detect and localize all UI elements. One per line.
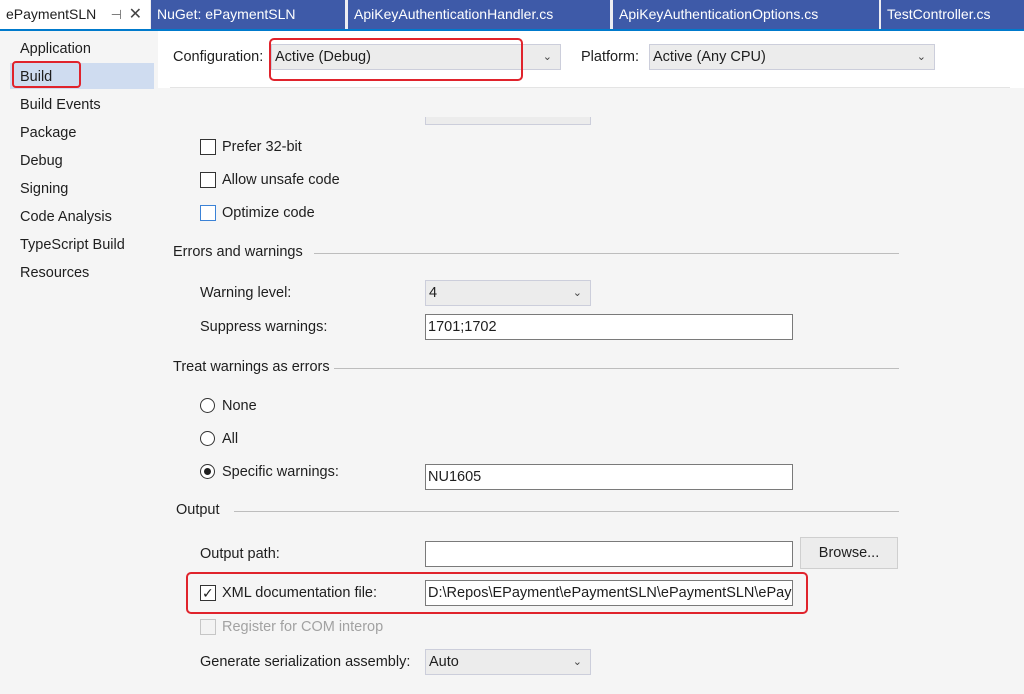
optimize-code-label: Optimize code (222, 205, 315, 221)
tab-apikey-handler[interactable]: ApiKeyAuthenticationHandler.cs (348, 0, 610, 29)
platform-dropdown[interactable]: Active (Any CPU) ⌄ (649, 44, 935, 70)
nav-item-typescript-build[interactable]: TypeScript Build (20, 233, 125, 257)
nav-item-debug[interactable]: Debug (20, 149, 63, 173)
register-com-checkbox (200, 619, 216, 635)
tab-nuget[interactable]: NuGet: ePaymentSLN (151, 0, 345, 29)
radio-specific-warnings[interactable] (200, 464, 215, 479)
nav-item-package[interactable]: Package (20, 121, 76, 145)
nav-item-build-events[interactable]: Build Events (20, 93, 101, 117)
chevron-down-icon: ⌄ (916, 51, 926, 63)
radio-none[interactable] (200, 398, 215, 413)
nav-item-code-analysis[interactable]: Code Analysis (20, 205, 112, 229)
tab-label: ApiKeyAuthenticationHandler.cs (354, 6, 554, 22)
tab-apikey-options[interactable]: ApiKeyAuthenticationOptions.cs (613, 0, 879, 29)
serialization-assembly-value: Auto (429, 654, 459, 670)
radio-all[interactable] (200, 431, 215, 446)
radio-all-label: All (222, 431, 239, 447)
radio-specific-label: Specific warnings: (222, 464, 339, 480)
suppress-warnings-label: Suppress warnings: (200, 319, 328, 335)
prefer-32bit-label: Prefer 32-bit (222, 139, 302, 155)
prefer-32bit-checkbox[interactable] (200, 139, 216, 155)
warning-level-dropdown[interactable]: 4 ⌄ (425, 280, 591, 306)
serialization-assembly-dropdown[interactable]: Auto ⌄ (425, 649, 591, 675)
tab-label: ApiKeyAuthenticationOptions.cs (619, 6, 819, 22)
chevron-down-icon: ⌄ (542, 51, 552, 63)
output-path-input[interactable] (425, 541, 793, 567)
chevron-down-icon: ⌄ (572, 287, 582, 299)
nav-item-resources[interactable]: Resources (20, 261, 89, 285)
platform-label: Platform: (581, 49, 640, 65)
configuration-label: Configuration: (173, 49, 264, 65)
specific-warnings-input[interactable]: NU1605 (425, 464, 793, 490)
browse-button[interactable]: Browse... (800, 537, 898, 569)
build-highlight-annotation (12, 61, 81, 88)
close-icon[interactable]: ✕ (129, 0, 142, 29)
build-properties-page: Configuration: Active (Debug) ⌄ Platform… (158, 31, 1024, 694)
tab-label: TestController.cs (887, 6, 991, 22)
configuration-bar: Configuration: Active (Debug) ⌄ Platform… (158, 31, 1024, 87)
output-path-label: Output path: (200, 546, 280, 562)
allow-unsafe-checkbox[interactable] (200, 172, 216, 188)
radio-none-label: None (222, 398, 257, 414)
clipped-label (200, 115, 260, 121)
section-rule (314, 253, 899, 254)
optimize-code-checkbox[interactable] (200, 205, 216, 221)
document-tab-bar: ePaymentSLN ⊣ ✕ NuGet: ePaymentSLN ApiKe… (0, 0, 1024, 31)
section-heading-output: Output (176, 502, 220, 518)
tab-epaymentsln[interactable]: ePaymentSLN ⊣ ✕ (0, 0, 150, 29)
serialization-assembly-label: Generate serialization assembly: (200, 654, 411, 670)
chevron-down-icon: ⌄ (572, 656, 582, 668)
radio-selected-dot (204, 468, 211, 475)
configuration-highlight-annotation (269, 38, 523, 81)
nav-item-signing[interactable]: Signing (20, 177, 68, 201)
register-com-label: Register for COM interop (222, 619, 384, 635)
pin-icon[interactable]: ⊣ (111, 0, 122, 29)
tab-label: ePaymentSLN (6, 6, 97, 22)
tab-label: NuGet: ePaymentSLN (157, 6, 296, 22)
tab-testcontroller[interactable]: TestController.cs (881, 0, 1024, 29)
warning-level-label: Warning level: (200, 285, 292, 301)
platform-value: Active (Any CPU) (653, 49, 766, 65)
allow-unsafe-label: Allow unsafe code (222, 172, 340, 188)
properties-scroll-area[interactable]: Prefer 32-bit Allow unsafe code Optimize… (158, 88, 1024, 694)
xml-documentation-highlight-annotation (186, 572, 808, 614)
suppress-warnings-input[interactable]: 1701;1702 (425, 314, 793, 340)
nav-item-application[interactable]: Application (20, 37, 91, 61)
warning-level-value: 4 (429, 285, 438, 301)
section-heading-errors: Errors and warnings (173, 244, 303, 260)
clipped-dropdown[interactable] (425, 117, 591, 125)
section-heading-treat-warnings: Treat warnings as errors (173, 359, 330, 375)
project-properties-nav: Application Build Build Events Package D… (0, 31, 158, 694)
section-rule (334, 368, 899, 369)
section-rule (234, 511, 899, 512)
